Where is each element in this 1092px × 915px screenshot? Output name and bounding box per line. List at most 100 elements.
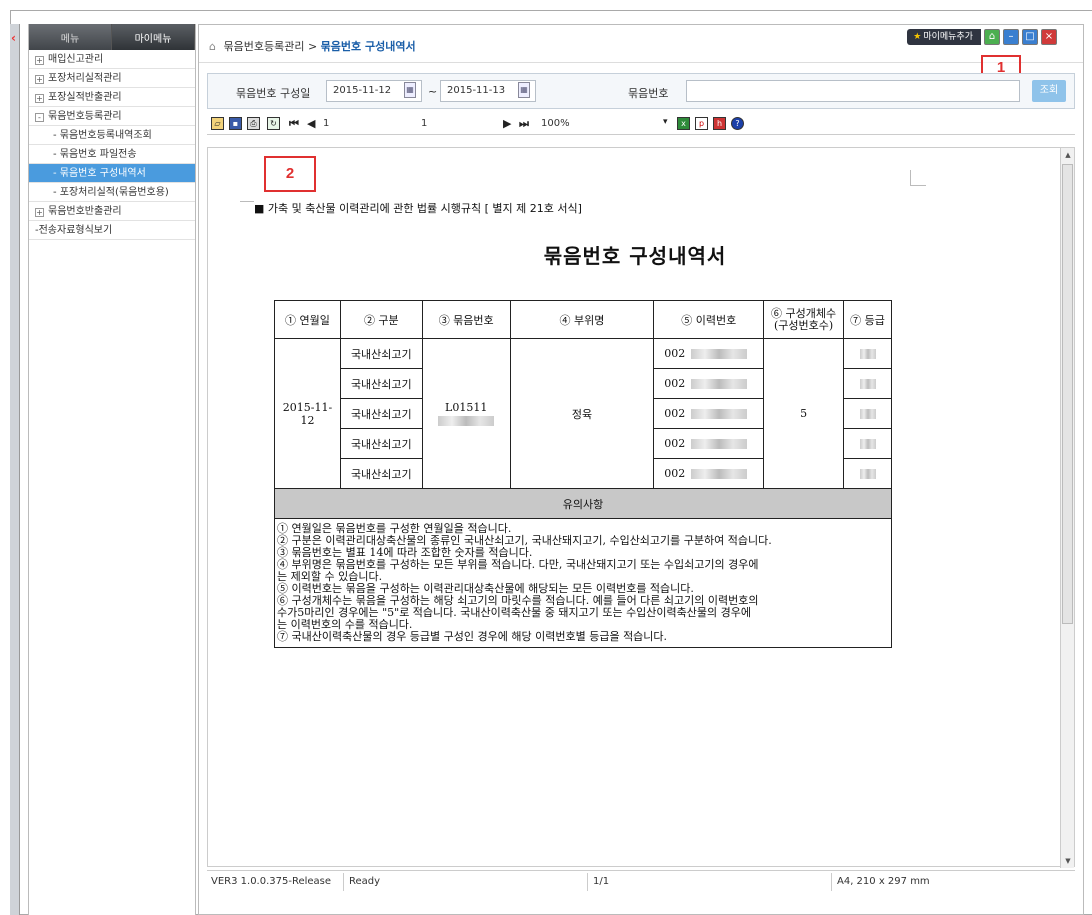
- expand-icon[interactable]: +: [35, 208, 44, 217]
- status-state: Ready: [349, 876, 381, 887]
- star-icon: ★: [913, 32, 922, 42]
- sidebar-item[interactable]: -전송자료형식보기: [29, 221, 195, 240]
- notice-header: 유의사항: [274, 488, 892, 519]
- table-row: 2015-11-12 국내산쇠고기 L01511 정육 002 5: [274, 338, 892, 489]
- trace-number-cell: 002: [653, 368, 765, 399]
- first-page-icon[interactable]: ⏮: [289, 117, 299, 131]
- home-window-icon[interactable]: ⌂: [984, 29, 1000, 45]
- maximize-icon[interactable]: □: [1022, 29, 1038, 45]
- calendar-to-icon[interactable]: ▦: [518, 82, 530, 98]
- sidebar-item[interactable]: - 묶음번호등록관리: [29, 107, 195, 126]
- sidebar: 메뉴 마이메뉴 + 매입신고관리 + 포장처리실적관리 + 포장실적반출관리 - 묶음번호등록…: [28, 24, 196, 915]
- redacted-mark: [859, 379, 876, 389]
- print-icon[interactable]: ⎙: [247, 117, 260, 130]
- collapse-icon[interactable]: -: [35, 113, 44, 122]
- status-version: VER3 1.0.0.375-Release: [211, 876, 332, 887]
- open-icon[interactable]: ▱: [211, 117, 224, 130]
- notice-line: ⑦ 국내산이력축산물의 경우 등급별 구성인 경우에 해당 이력번호별 등급을 …: [277, 630, 668, 643]
- pdf-icon[interactable]: p: [695, 117, 708, 130]
- column-header: ④ 부위명: [509, 300, 655, 339]
- column-header: ① 연월일: [274, 300, 341, 339]
- redacted-mark: [859, 469, 876, 479]
- breadcrumb-parent[interactable]: 묶음번호등록관리: [223, 40, 304, 53]
- sidebar-item[interactable]: + 매입신고관리: [29, 50, 195, 69]
- tab-mymenu[interactable]: 마이메뉴: [112, 24, 195, 50]
- trace-number-cell: 002: [653, 458, 765, 489]
- sidebar-item[interactable]: + 포장실적반출관리: [29, 88, 195, 107]
- expand-icon[interactable]: +: [35, 94, 44, 103]
- redacted-mark: [691, 409, 748, 419]
- tab-menu[interactable]: 메뉴: [29, 24, 112, 50]
- status-page: 1/1: [593, 876, 610, 887]
- sidebar-item-label: 묶음번호반출관리: [48, 206, 122, 217]
- scroll-thumb[interactable]: [1062, 164, 1073, 624]
- sidebar-item-label: - 포장처리실적(묶음번호용): [53, 187, 169, 198]
- category-cell: 국내산쇠고기: [339, 458, 423, 489]
- breadcrumb: ⌂ 묶음번호등록관리 > 묶음번호 구성내역서: [209, 38, 416, 54]
- hwp-icon[interactable]: h: [713, 117, 726, 130]
- help-icon[interactable]: ?: [731, 117, 744, 130]
- sidebar-tabs: 메뉴 마이메뉴: [29, 24, 195, 50]
- redacted-mark: [691, 439, 748, 449]
- page-current[interactable]: 1: [323, 116, 329, 132]
- add-mymenu-button[interactable]: ★ 마이메뉴추가: [907, 29, 981, 45]
- trace-number-text: 002: [664, 377, 686, 390]
- column-header: ③ 묶음번호: [421, 300, 511, 339]
- refresh-icon[interactable]: ↻: [267, 117, 280, 130]
- report-toolbar: ▱ ▪ ⎙ ↻ ⏮ ◀ 1 1 ▶ ⏭ 100% ▾ x p h ?: [207, 113, 1075, 135]
- window-controls: ★ 마이메뉴추가 ⌂ – □ ×: [907, 29, 1057, 45]
- grade-cell: [843, 458, 892, 489]
- sidebar-item[interactable]: - 묶음번호 구성내역서: [29, 164, 195, 183]
- page-total: 1: [421, 118, 428, 129]
- count-cell: 5: [763, 338, 845, 489]
- scroll-up-icon[interactable]: ▲: [1061, 148, 1075, 162]
- sidebar-item-label: 묶음번호등록관리: [48, 111, 122, 122]
- scroll-down-icon[interactable]: ▼: [1061, 854, 1075, 868]
- document-title: 묶음번호 구성내역서: [543, 244, 727, 268]
- table-header-row: ① 연월일 ② 구분 ③ 묶음번호 ④ 부위명 ⑤ 이력번호 ⑥ 구성개체수 (구성번호수…: [274, 300, 892, 339]
- excel-icon[interactable]: x: [677, 117, 690, 130]
- search-button[interactable]: 조회: [1032, 80, 1066, 102]
- last-page-icon[interactable]: ⏭: [519, 117, 529, 131]
- home-icon[interactable]: ⌂: [209, 40, 216, 53]
- date-cell: 2015-11-12: [274, 338, 341, 489]
- expand-icon[interactable]: +: [35, 56, 44, 65]
- category-cell: 국내산쇠고기: [339, 428, 423, 459]
- trace-number-text: 002: [664, 467, 686, 480]
- callout-2: 2: [264, 156, 316, 192]
- minimize-icon[interactable]: –: [1003, 29, 1019, 45]
- prev-page-icon[interactable]: ◀: [307, 117, 315, 130]
- date-label: 묶음번호 구성일: [236, 87, 311, 100]
- column-header: ② 구분: [339, 300, 423, 339]
- expand-icon[interactable]: +: [35, 75, 44, 84]
- search-bar: 묶음번호 구성일 2015-11-12 ▦ ~ 2015-11-13 ▦ 묶음번…: [207, 73, 1075, 109]
- sidebar-item-label: - 묶음번호등록내역조회: [53, 130, 152, 141]
- close-icon[interactable]: ×: [1041, 29, 1057, 45]
- sidebar-collapse-strip[interactable]: ‹: [10, 24, 20, 915]
- sidebar-item-label: 포장처리실적관리: [48, 73, 122, 84]
- sidebar-item[interactable]: - 묶음번호 파일전송: [29, 145, 195, 164]
- bundle-number-input[interactable]: [686, 80, 1020, 102]
- column-header: ⑥ 구성개체수 (구성번호수): [763, 300, 845, 339]
- trace-number-text: 002: [664, 347, 686, 360]
- vertical-scrollbar[interactable]: ▲ ▼: [1060, 148, 1074, 868]
- save-icon[interactable]: ▪: [229, 117, 242, 130]
- calendar-from-icon[interactable]: ▦: [404, 82, 416, 98]
- sidebar-menu: + 매입신고관리 + 포장처리실적관리 + 포장실적반출관리 - 묶음번호등록관리 - 묶음번호…: [29, 50, 195, 240]
- sidebar-item[interactable]: + 포장처리실적관리: [29, 69, 195, 88]
- bundle-number-text: L01511: [445, 400, 488, 414]
- column-header: ⑤ 이력번호: [653, 300, 765, 339]
- status-paper: A4, 210 x 297 mm: [837, 876, 930, 887]
- redacted-mark: [859, 439, 876, 449]
- sidebar-item[interactable]: - 포장처리실적(묶음번호용): [29, 183, 195, 202]
- sidebar-item[interactable]: - 묶음번호등록내역조회: [29, 126, 195, 145]
- category-cell: 국내산쇠고기: [339, 368, 423, 399]
- redacted-mark: [859, 349, 876, 359]
- main-panel: ⌂ 묶음번호등록관리 > 묶음번호 구성내역서 ★ 마이메뉴추가 ⌂ – □ × …: [198, 24, 1084, 915]
- zoom-dropdown-icon[interactable]: ▾: [663, 117, 668, 127]
- next-page-icon[interactable]: ▶: [503, 117, 511, 130]
- collapse-arrow-icon[interactable]: ‹: [11, 30, 19, 46]
- zoom-select[interactable]: 100%: [541, 116, 570, 132]
- sidebar-item[interactable]: + 묶음번호반출관리: [29, 202, 195, 221]
- column-header: ⑦ 등급: [843, 300, 892, 339]
